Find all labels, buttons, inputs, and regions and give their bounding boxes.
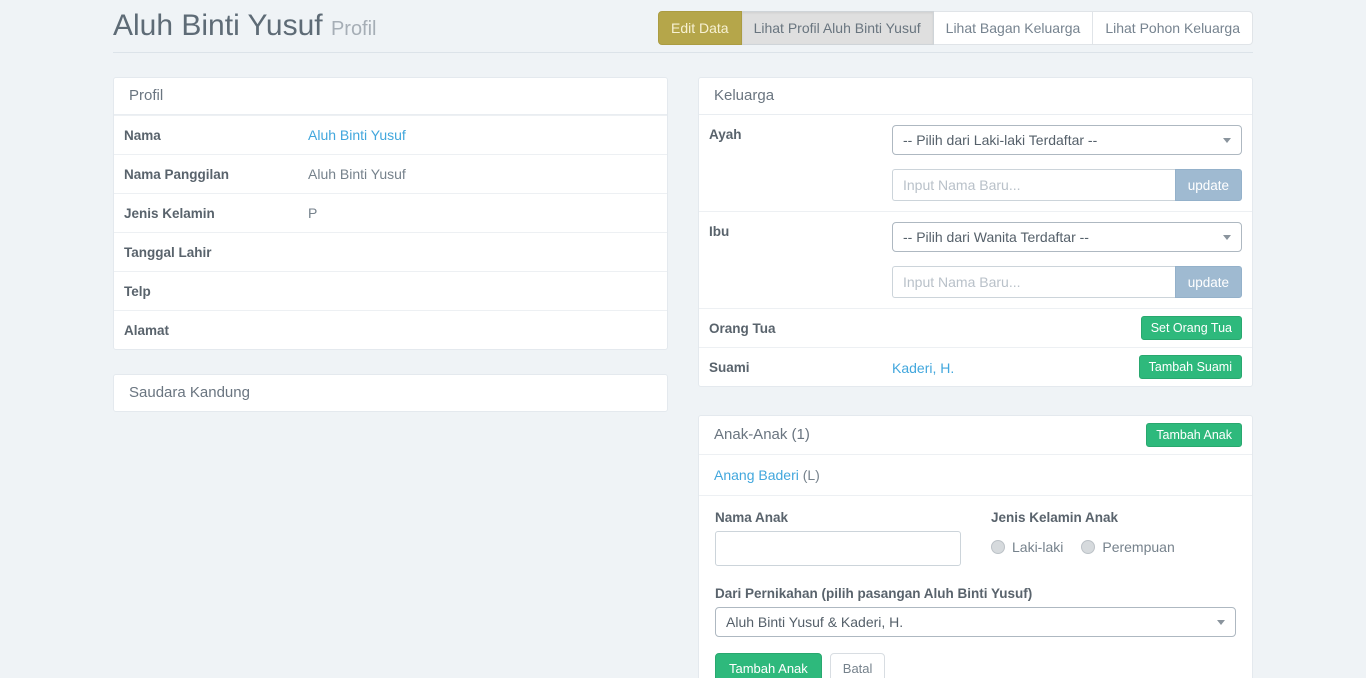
pernikahan-select[interactable]: Aluh Binti Yusuf & Kaderi, H. (715, 607, 1236, 637)
row-label: Nama (114, 118, 298, 153)
chevron-down-icon (1217, 620, 1225, 625)
suami-row: Suami Kaderi, H. Tambah Suami (699, 347, 1252, 386)
nama-link[interactable]: Aluh Binti Yusuf (308, 127, 406, 143)
page-subtitle: Profil (331, 18, 377, 40)
radio-button-icon[interactable] (1081, 540, 1095, 554)
ayah-update-button[interactable]: update (1175, 169, 1242, 201)
radio-label: Laki-laki (1012, 539, 1063, 555)
row-label: Jenis Kelamin (114, 196, 298, 231)
row-value: P (298, 195, 667, 231)
radio-option-perempuan[interactable]: Perempuan (1081, 539, 1174, 555)
ayah-name-input[interactable] (892, 169, 1175, 201)
table-row: Alamat (114, 310, 667, 349)
pernikahan-select-value: Aluh Binti Yusuf & Kaderi, H. (726, 614, 903, 630)
profil-panel: Profil Nama Aluh Binti Yusuf Nama Panggi… (113, 77, 668, 350)
saudara-kandung-panel: Saudara Kandung (113, 374, 668, 412)
jenis-kelamin-anak-label: Jenis Kelamin Anak (991, 510, 1175, 525)
ayah-row: Ayah -- Pilih dari Laki-laki Terdaftar -… (699, 115, 1252, 211)
lihat-bagan-keluarga-button[interactable]: Lihat Bagan Keluarga (934, 11, 1094, 45)
dari-pernikahan-label: Dari Pernikahan (pilih pasangan Aluh Bin… (715, 586, 1236, 601)
child-gender-suffix: (L) (803, 467, 820, 483)
table-row: Telp (114, 271, 667, 310)
row-value (298, 281, 667, 301)
view-button-group: Edit Data Lihat Profil Aluh Binti Yusuf … (658, 11, 1253, 45)
table-row: Nama Panggilan Aluh Binti Yusuf (114, 154, 667, 193)
ibu-update-button[interactable]: update (1175, 266, 1242, 298)
chevron-down-icon (1223, 235, 1231, 240)
tambah-anak-submit-button[interactable]: Tambah Anak (715, 653, 822, 678)
table-row: Nama Aluh Binti Yusuf (114, 115, 667, 154)
edit-data-button[interactable]: Edit Data (658, 11, 742, 45)
lihat-profil-button[interactable]: Lihat Profil Aluh Binti Yusuf (742, 11, 934, 45)
table-row: Jenis Kelamin P (114, 193, 667, 232)
row-value (298, 320, 667, 340)
right-column: Keluarga Ayah -- Pilih dari Laki-laki Te… (698, 77, 1253, 678)
table-row: Tanggal Lahir (114, 232, 667, 271)
ibu-select-value: -- Pilih dari Wanita Terdaftar -- (903, 229, 1089, 245)
ibu-label: Ibu (709, 222, 892, 239)
tambah-anak-header-button[interactable]: Tambah Anak (1146, 423, 1242, 447)
row-label: Nama Panggilan (114, 157, 298, 192)
page-title: Aluh Binti Yusuf Profil (113, 6, 377, 49)
ayah-label: Ayah (709, 125, 892, 142)
keluarga-panel: Keluarga Ayah -- Pilih dari Laki-laki Te… (698, 77, 1253, 387)
row-value: Aluh Binti Yusuf (298, 156, 667, 192)
lihat-pohon-keluarga-button[interactable]: Lihat Pohon Keluarga (1093, 11, 1253, 45)
person-name: Aluh Binti Yusuf (113, 9, 323, 42)
radio-button-icon[interactable] (991, 540, 1005, 554)
main-content: Profil Nama Aluh Binti Yusuf Nama Panggi… (113, 53, 1253, 678)
nama-anak-label: Nama Anak (715, 510, 961, 525)
row-label: Tanggal Lahir (114, 235, 298, 270)
tambah-suami-button[interactable]: Tambah Suami (1139, 355, 1242, 379)
set-orang-tua-button[interactable]: Set Orang Tua (1141, 316, 1242, 340)
nama-anak-input[interactable] (715, 531, 961, 566)
anak-anak-panel-title: Anak-Anak (1) (714, 426, 810, 444)
ibu-row: Ibu -- Pilih dari Wanita Terdaftar -- up… (699, 211, 1252, 308)
row-label: Telp (114, 274, 298, 309)
ibu-name-input[interactable] (892, 266, 1175, 298)
orang-tua-row: Orang Tua Set Orang Tua (699, 308, 1252, 347)
suami-link[interactable]: Kaderi, H. (892, 360, 954, 376)
saudara-kandung-panel-title: Saudara Kandung (114, 375, 667, 411)
child-link[interactable]: Anang Baderi (714, 467, 799, 483)
anak-anak-panel-header: Anak-Anak (1) Tambah Anak (699, 416, 1252, 454)
page-header: Aluh Binti Yusuf Profil Edit Data Lihat … (113, 0, 1253, 52)
ayah-input-group: update (892, 169, 1242, 201)
chevron-down-icon (1223, 138, 1231, 143)
suami-label: Suami (709, 360, 892, 375)
orang-tua-label: Orang Tua (709, 321, 892, 336)
ibu-select[interactable]: -- Pilih dari Wanita Terdaftar -- (892, 222, 1242, 252)
radio-label: Perempuan (1102, 539, 1174, 555)
page: Aluh Binti Yusuf Profil Edit Data Lihat … (0, 0, 1366, 678)
ayah-select[interactable]: -- Pilih dari Laki-laki Terdaftar -- (892, 125, 1242, 155)
row-label: Alamat (114, 313, 298, 348)
left-column: Profil Nama Aluh Binti Yusuf Nama Panggi… (113, 77, 668, 678)
ibu-input-group: update (892, 266, 1242, 298)
child-list-item: Anang Baderi (L) (699, 454, 1252, 495)
radio-option-laki-laki[interactable]: Laki-laki (991, 539, 1063, 555)
batal-button[interactable]: Batal (830, 653, 886, 678)
keluarga-panel-title: Keluarga (699, 78, 1252, 115)
row-value (298, 242, 667, 262)
profil-panel-title: Profil (114, 78, 667, 115)
ayah-select-value: -- Pilih dari Laki-laki Terdaftar -- (903, 132, 1097, 148)
anak-anak-panel: Anak-Anak (1) Tambah Anak Anang Baderi (… (698, 415, 1253, 678)
add-child-form: Nama Anak Jenis Kelamin Anak Laki-laki (699, 495, 1252, 678)
